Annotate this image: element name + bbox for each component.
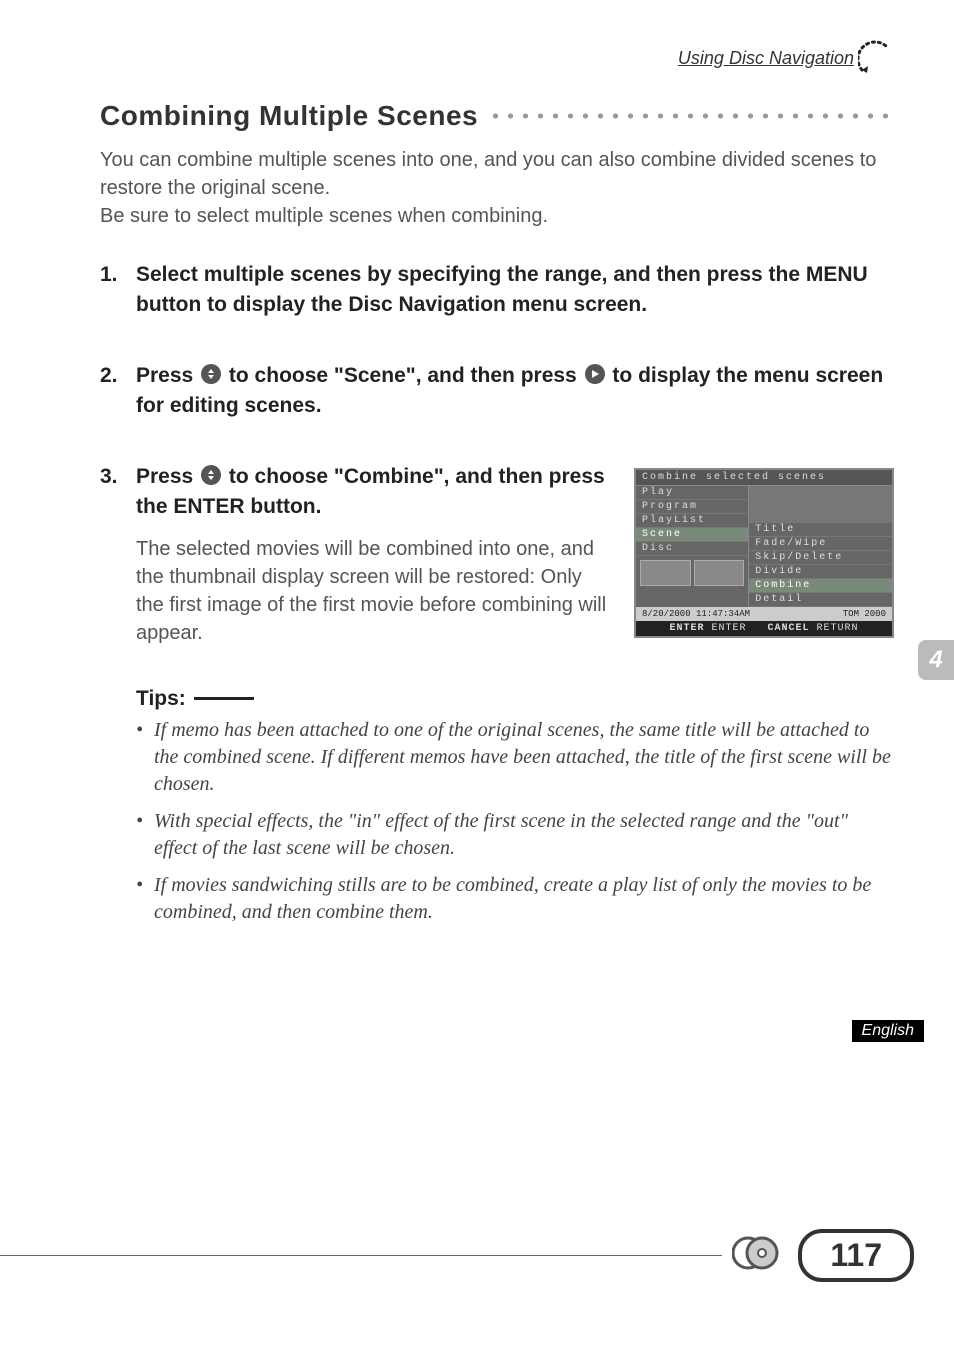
step-2: 2. Press to choose "Scene", and then pre… xyxy=(100,361,894,422)
menu-item-selected: Scene xyxy=(636,528,748,542)
menu-item: Program xyxy=(636,500,748,514)
screenshot-thumb-area xyxy=(749,486,892,523)
section-title: Using Disc Navigation xyxy=(678,48,854,69)
bullet-icon: • xyxy=(136,872,154,926)
step-text: Press to choose "Combine", and then pres… xyxy=(136,462,614,523)
submenu-item: Title xyxy=(749,523,892,537)
step-3: 3. Press to choose "Combine", and then p… xyxy=(100,462,894,647)
footer-line xyxy=(0,1255,722,1256)
thumbnail xyxy=(640,560,691,586)
status-date: 8/20/2000 11:47:34AM xyxy=(642,609,750,619)
intro-line-1: You can combine multiple scenes into one… xyxy=(100,149,876,199)
screenshot-title: Combine selected scenes xyxy=(636,470,892,486)
screenshot-thumbnails xyxy=(636,556,748,590)
screenshot-status-bar: 8/20/2000 11:47:34AM TOM 2000 xyxy=(636,607,892,621)
dotted-arc-icon xyxy=(858,40,894,76)
step-number: 3. xyxy=(100,462,136,523)
menu-screenshot: Combine selected scenes Play Program Pla… xyxy=(634,468,894,647)
tip-item: • If movies sandwiching stills are to be… xyxy=(136,872,894,926)
footer: 117 xyxy=(0,1229,914,1282)
step-number: 2. xyxy=(100,361,136,422)
tip-item: • With special effects, the "in" effect … xyxy=(136,808,894,862)
submenu-item: Skip/Delete xyxy=(749,551,892,565)
page-title: Combining Multiple Scenes xyxy=(100,100,478,132)
menu-item: PlayList xyxy=(636,514,748,528)
joystick-updown-icon xyxy=(201,465,221,485)
submenu-item-selected: Combine xyxy=(749,579,892,593)
tips-label: Tips: xyxy=(136,687,186,711)
language-tag: English xyxy=(852,1020,924,1042)
step-text: Press to choose "Scene", and then press … xyxy=(136,361,894,422)
step-number: 1. xyxy=(100,260,136,321)
menu-item: Play xyxy=(636,486,748,500)
screenshot-left-menu: Play Program PlayList Scene Disc xyxy=(636,486,749,607)
joystick-updown-icon xyxy=(201,364,221,384)
tip-item: • If memo has been attached to one of th… xyxy=(136,717,894,798)
step-text: Select multiple scenes by specifying the… xyxy=(136,260,894,321)
disc-icon xyxy=(732,1235,782,1276)
bullet-icon: • xyxy=(136,717,154,798)
intro-text: You can combine multiple scenes into one… xyxy=(100,146,894,230)
thumbnail xyxy=(694,560,745,586)
menu-item: Disc xyxy=(636,542,748,556)
submenu-item: Detail xyxy=(749,593,892,607)
screenshot-right-menu: Title Fade/Wipe Skip/Delete Divide Combi… xyxy=(749,486,892,607)
status-label: TOM 2000 xyxy=(843,609,886,619)
chapter-tab: 4 xyxy=(918,640,954,680)
tips-line-icon xyxy=(194,697,254,700)
tips-list: • If memo has been attached to one of th… xyxy=(100,717,894,926)
bullet-icon: • xyxy=(136,808,154,862)
joystick-right-icon xyxy=(585,364,605,384)
step-1: 1. Select multiple scenes by specifying … xyxy=(100,260,894,321)
tips-heading: Tips: xyxy=(100,687,894,711)
step-body: The selected movies will be combined int… xyxy=(100,535,614,647)
screenshot-footer: ENTER ENTER CANCEL RETURN xyxy=(636,621,892,636)
intro-line-2: Be sure to select multiple scenes when c… xyxy=(100,205,548,227)
submenu-item: Divide xyxy=(749,565,892,579)
leader-dots xyxy=(488,111,894,121)
page-number: 117 xyxy=(798,1229,914,1282)
header: Using Disc Navigation xyxy=(678,40,894,76)
submenu-item: Fade/Wipe xyxy=(749,537,892,551)
